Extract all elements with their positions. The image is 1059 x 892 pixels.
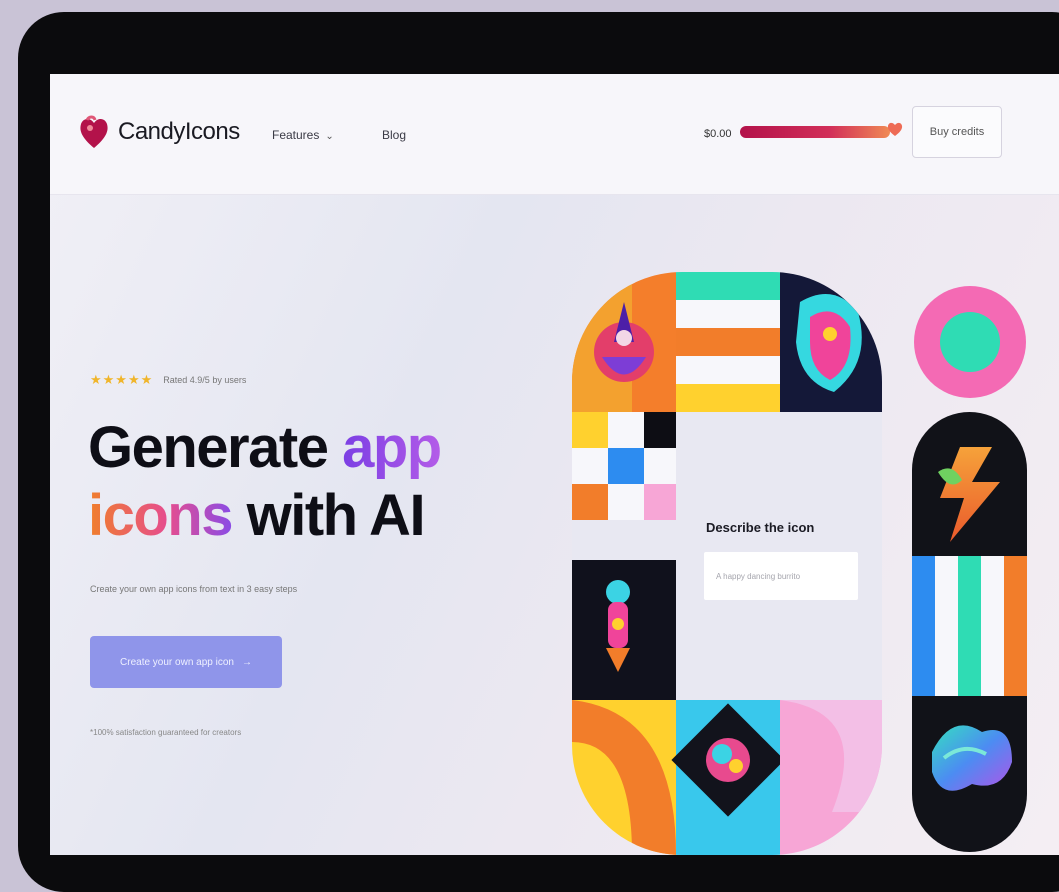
credit-progress-bar bbox=[740, 126, 890, 138]
rating-row: ★★★★★ Rated 4.9/5 by users bbox=[90, 372, 246, 388]
describe-title: Describe the icon bbox=[706, 520, 815, 535]
buy-credits-button[interactable]: Buy credits bbox=[912, 106, 1002, 158]
headline-word-generate: Generate bbox=[88, 415, 329, 480]
arrow-right-icon: → bbox=[241, 656, 252, 668]
right-collage-column bbox=[912, 412, 1027, 852]
brand[interactable]: CandyIcons bbox=[78, 114, 240, 150]
credit-price: $0.00 bbox=[704, 128, 732, 140]
candy-heart-logo-icon bbox=[80, 115, 108, 148]
nav-features-label: Features bbox=[272, 128, 320, 142]
heart-icon bbox=[887, 122, 903, 136]
create-app-icon-button[interactable]: Create your own app icon → bbox=[90, 636, 282, 688]
top-navbar: CandyIcons Features ⌄ Blog $0.00 Buy cred… bbox=[50, 74, 1059, 195]
hero-subtext: Create your own app icons from text in 3… bbox=[90, 584, 298, 594]
cta-label: Create your own app icon bbox=[120, 656, 234, 668]
rating-text: Rated 4.9/5 by users bbox=[163, 375, 247, 385]
headline-word-icons: icons bbox=[88, 483, 234, 549]
chevron-down-icon: ⌄ bbox=[325, 131, 334, 142]
nav-blog[interactable]: Blog bbox=[382, 128, 406, 142]
guarantee-note: *100% satisfaction guaranteed for creato… bbox=[90, 728, 242, 737]
brand-name: CandyIcons bbox=[118, 118, 240, 145]
headline-word-app: app bbox=[342, 415, 442, 480]
describe-icon-input[interactable] bbox=[704, 552, 858, 600]
headline-word-with-ai: with AI bbox=[246, 483, 426, 549]
nav-features[interactable]: Features ⌄ bbox=[272, 128, 334, 142]
hero-headline: Generate app icons with AI bbox=[88, 414, 442, 551]
browser-screen: CandyIcons Features ⌄ Blog $0.00 Buy cred… bbox=[50, 74, 1059, 855]
star-rating-icon: ★★★★★ bbox=[90, 372, 154, 387]
teal-core-shape bbox=[940, 312, 1000, 372]
